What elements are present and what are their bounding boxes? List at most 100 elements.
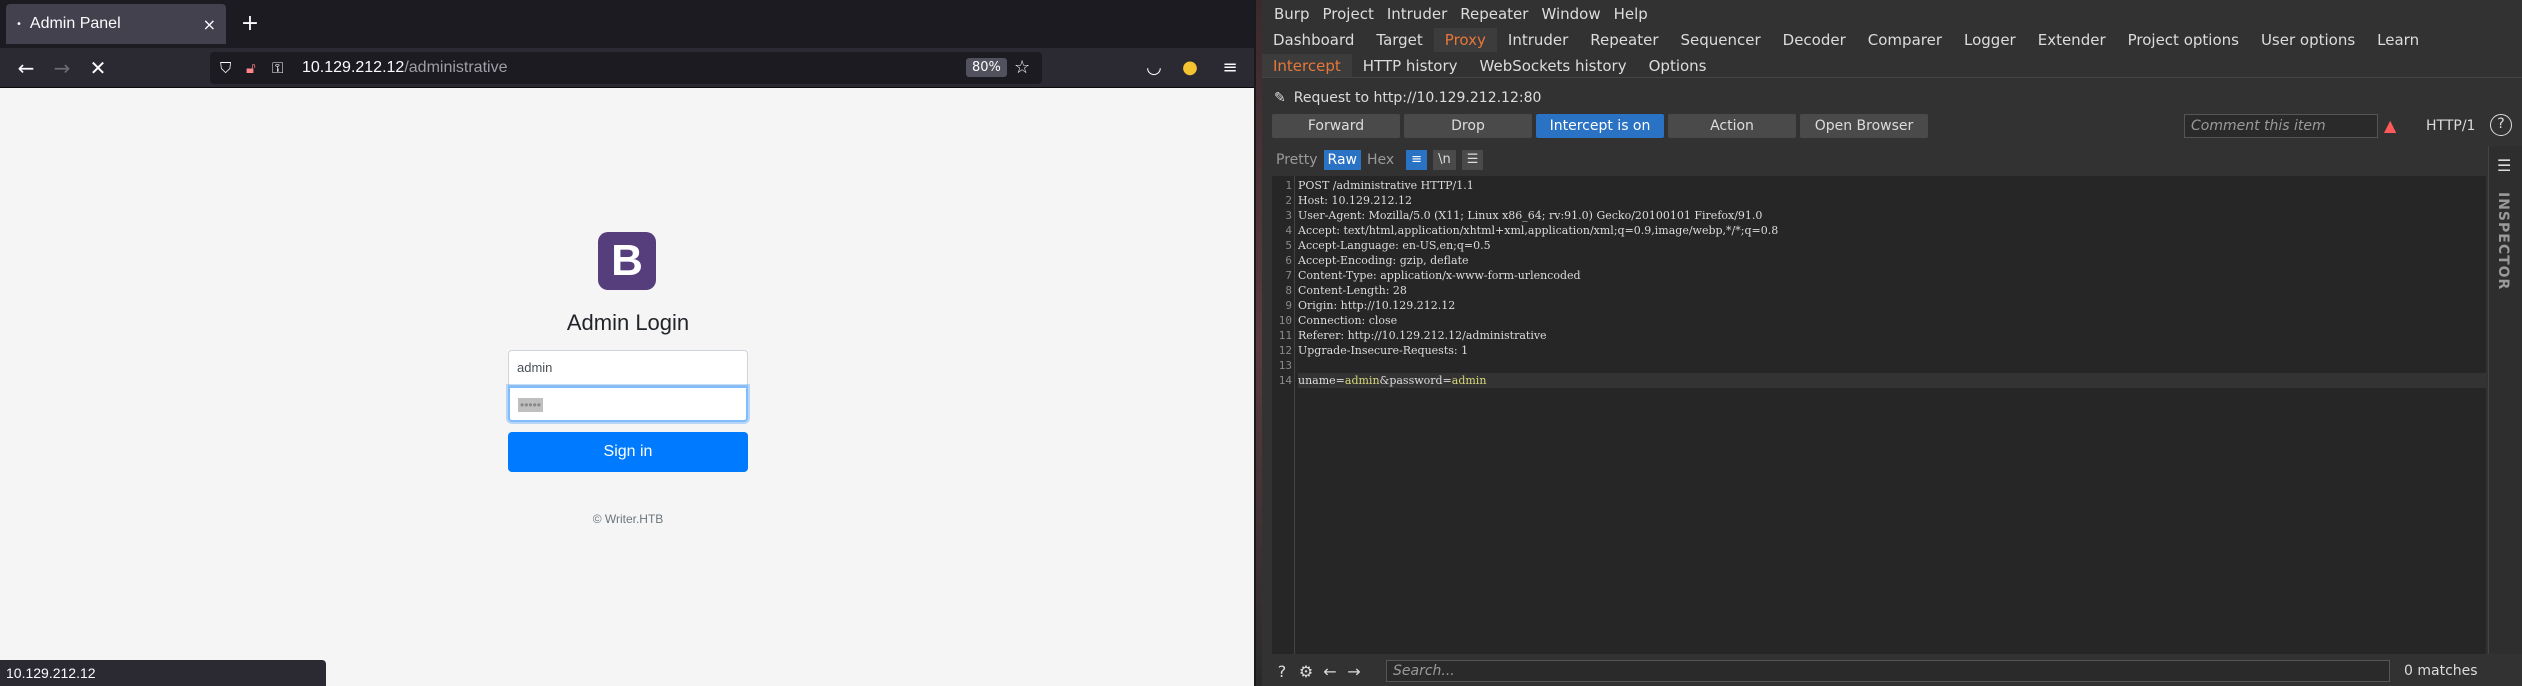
intercept-toggle-button[interactable]: Intercept is on <box>1536 114 1664 138</box>
tab-proxy[interactable]: Proxy <box>1433 28 1497 52</box>
next-match-icon[interactable]: → <box>1342 662 1366 681</box>
subtab-intercept[interactable]: Intercept <box>1262 54 1352 77</box>
tab-project-options[interactable]: Project options <box>2117 28 2250 52</box>
tab-comparer[interactable]: Comparer <box>1857 28 1953 52</box>
intercept-actions: Forward Drop Intercept is on Action Open… <box>1272 114 1932 138</box>
request-editor[interactable]: 1 2 3 4 5 6 7 8 9 10 11 12 13 14 POST /a… <box>1272 176 2486 654</box>
previous-match-icon[interactable]: ← <box>1318 662 1342 681</box>
tab-logger[interactable]: Logger <box>1953 28 2027 52</box>
show-newlines-icon[interactable]: \n <box>1433 150 1456 170</box>
status-bar: 10.129.212.12 <box>0 660 326 686</box>
tab-user-options[interactable]: User options <box>2250 28 2366 52</box>
view-hex-button[interactable]: Hex <box>1363 150 1398 170</box>
subtab-options[interactable]: Options <box>1638 54 1718 77</box>
line-number: 4 <box>1285 224 1292 237</box>
request-target: ✎ Request to http://10.129.212.12:80 <box>1274 88 1541 108</box>
page-content: B Admin Login admin ••••• Sign in © Writ… <box>0 88 1254 686</box>
request-line: User-Agent: Mozilla/5.0 (X11; Linux x86_… <box>1298 209 1763 222</box>
bootstrap-logo: B <box>598 232 656 290</box>
password-input[interactable]: ••••• <box>508 386 748 422</box>
menu-help[interactable]: Help <box>1614 5 1648 23</box>
foxyproxy-icon[interactable]: ● <box>1176 54 1204 82</box>
menu-project[interactable]: Project <box>1323 5 1374 23</box>
inspector-panel[interactable]: ☰ INSPECTOR <box>2488 146 2522 654</box>
line-number: 1 <box>1285 179 1292 192</box>
close-tab-icon[interactable]: × <box>203 15 216 34</box>
view-pretty-button[interactable]: Pretty <box>1272 150 1322 170</box>
forward-button[interactable]: Forward <box>1272 114 1400 138</box>
editor-menu-icon[interactable]: ☰ <box>1461 150 1484 170</box>
inspector-label: INSPECTOR <box>2495 192 2511 291</box>
action-button[interactable]: Action <box>1668 114 1796 138</box>
line-number: 12 <box>1278 344 1292 357</box>
key-icon[interactable]: ⚿ <box>272 56 283 80</box>
menu-repeater[interactable]: Repeater <box>1460 5 1528 23</box>
password-masked-value: ••••• <box>518 398 544 412</box>
url-bar[interactable]: ⛉ 🔓︎ ⚿ 10.129.212.12/administrative 80% … <box>210 52 1042 84</box>
subtab-websockets-history[interactable]: WebSockets history <box>1469 54 1638 77</box>
bookmark-star-icon[interactable]: ☆ <box>1014 56 1030 80</box>
username-input[interactable]: admin <box>508 350 748 386</box>
search-input[interactable]: Search... <box>1386 660 2390 682</box>
tab-intruder[interactable]: Intruder <box>1497 28 1579 52</box>
line-number: 11 <box>1278 329 1292 342</box>
search-bar: ? ⚙ ← → Search... 0 matches <box>1262 656 2522 686</box>
pencil-icon[interactable]: ✎ <box>1274 90 1286 106</box>
settings-gear-icon[interactable]: ⚙ <box>1294 662 1318 681</box>
line-number: 13 <box>1278 359 1292 372</box>
param-name: password= <box>1389 374 1452 387</box>
browser-tab[interactable]: • Admin Panel × <box>6 4 226 44</box>
stop-icon[interactable]: ✕ <box>84 54 112 82</box>
inspector-toggle-icon[interactable]: ☰ <box>2497 156 2511 175</box>
help-icon[interactable]: ? <box>2490 114 2512 136</box>
pocket-icon[interactable]: ◡ <box>1140 54 1168 82</box>
line-number: 10 <box>1278 314 1292 327</box>
new-tab-button[interactable]: + <box>236 10 264 38</box>
line-number: 5 <box>1285 239 1292 252</box>
tracking-shield-icon[interactable]: ⛉ <box>220 56 231 80</box>
tab-dashboard[interactable]: Dashboard <box>1262 28 1365 52</box>
forward-icon[interactable]: → <box>48 54 76 82</box>
zoom-indicator[interactable]: 80% <box>966 58 1007 77</box>
tab-target[interactable]: Target <box>1365 28 1433 52</box>
request-body-line: uname=admin&password=admin <box>1298 373 2486 388</box>
url-host: 10.129.212.12 <box>302 59 405 76</box>
menu-intruder[interactable]: Intruder <box>1387 5 1447 23</box>
request-line: Connection: close <box>1298 314 1398 327</box>
match-count: 0 matches <box>2404 663 2478 679</box>
tab-extender[interactable]: Extender <box>2027 28 2117 52</box>
hamburger-menu-icon[interactable]: ≡ <box>1216 54 1244 82</box>
request-line <box>1298 358 2486 373</box>
request-line: Content-Type: application/x-www-form-url… <box>1298 269 1581 282</box>
wrap-lines-icon[interactable]: ≡ <box>1406 150 1428 170</box>
sign-in-button[interactable]: Sign in <box>508 432 748 472</box>
back-icon[interactable]: ← <box>12 54 40 82</box>
drop-button[interactable]: Drop <box>1404 114 1532 138</box>
main-tabs: Dashboard Target Proxy Intruder Repeater… <box>1262 28 2522 52</box>
request-target-text: Request to http://10.129.212.12:80 <box>1293 90 1542 106</box>
menu-window[interactable]: Window <box>1541 5 1600 23</box>
url-text: 10.129.212.12/administrative <box>302 56 507 80</box>
tab-learn[interactable]: Learn <box>2366 28 2430 52</box>
insecure-lock-icon[interactable]: 🔓︎ <box>246 56 256 80</box>
tab-sequencer[interactable]: Sequencer <box>1670 28 1772 52</box>
highlight-color-icon[interactable]: ▲ <box>2384 114 2396 138</box>
burp-window: Burp Project Intruder Repeater Window He… <box>1262 0 2522 686</box>
message-view-bar: Pretty Raw Hex ≡ \n ☰ <box>1272 150 1484 170</box>
line-number: 6 <box>1285 254 1292 267</box>
request-line: Upgrade-Insecure-Requests: 1 <box>1298 344 1469 357</box>
open-browser-button[interactable]: Open Browser <box>1800 114 1928 138</box>
menu-burp[interactable]: Burp <box>1274 5 1310 23</box>
tab-repeater[interactable]: Repeater <box>1579 28 1669 52</box>
line-number: 3 <box>1285 209 1292 222</box>
subtab-http-history[interactable]: HTTP history <box>1352 54 1469 77</box>
line-number: 2 <box>1285 194 1292 207</box>
comment-field[interactable]: Comment this item <box>2184 114 2378 138</box>
tab-loading-icon: • <box>16 18 22 30</box>
login-heading: Admin Login <box>566 310 690 335</box>
param-value: admin <box>1451 374 1487 387</box>
view-raw-button[interactable]: Raw <box>1323 150 1361 170</box>
request-line: Content-Length: 28 <box>1298 284 1407 297</box>
tab-decoder[interactable]: Decoder <box>1772 28 1857 52</box>
help-circle-icon[interactable]: ? <box>1270 662 1294 681</box>
